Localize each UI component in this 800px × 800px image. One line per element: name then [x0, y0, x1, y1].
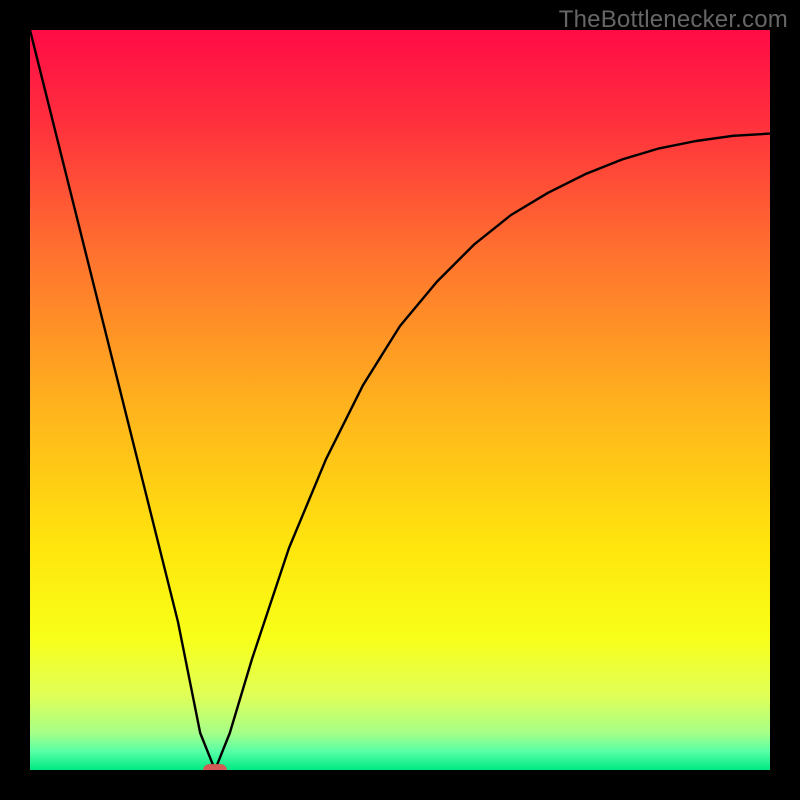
chart-frame: TheBottlenecker.com: [0, 0, 800, 800]
plot-area: [30, 30, 770, 770]
minimum-marker: [203, 764, 227, 770]
gradient-background: [30, 30, 770, 770]
chart-svg: [30, 30, 770, 770]
watermark-text: TheBottlenecker.com: [559, 6, 788, 34]
